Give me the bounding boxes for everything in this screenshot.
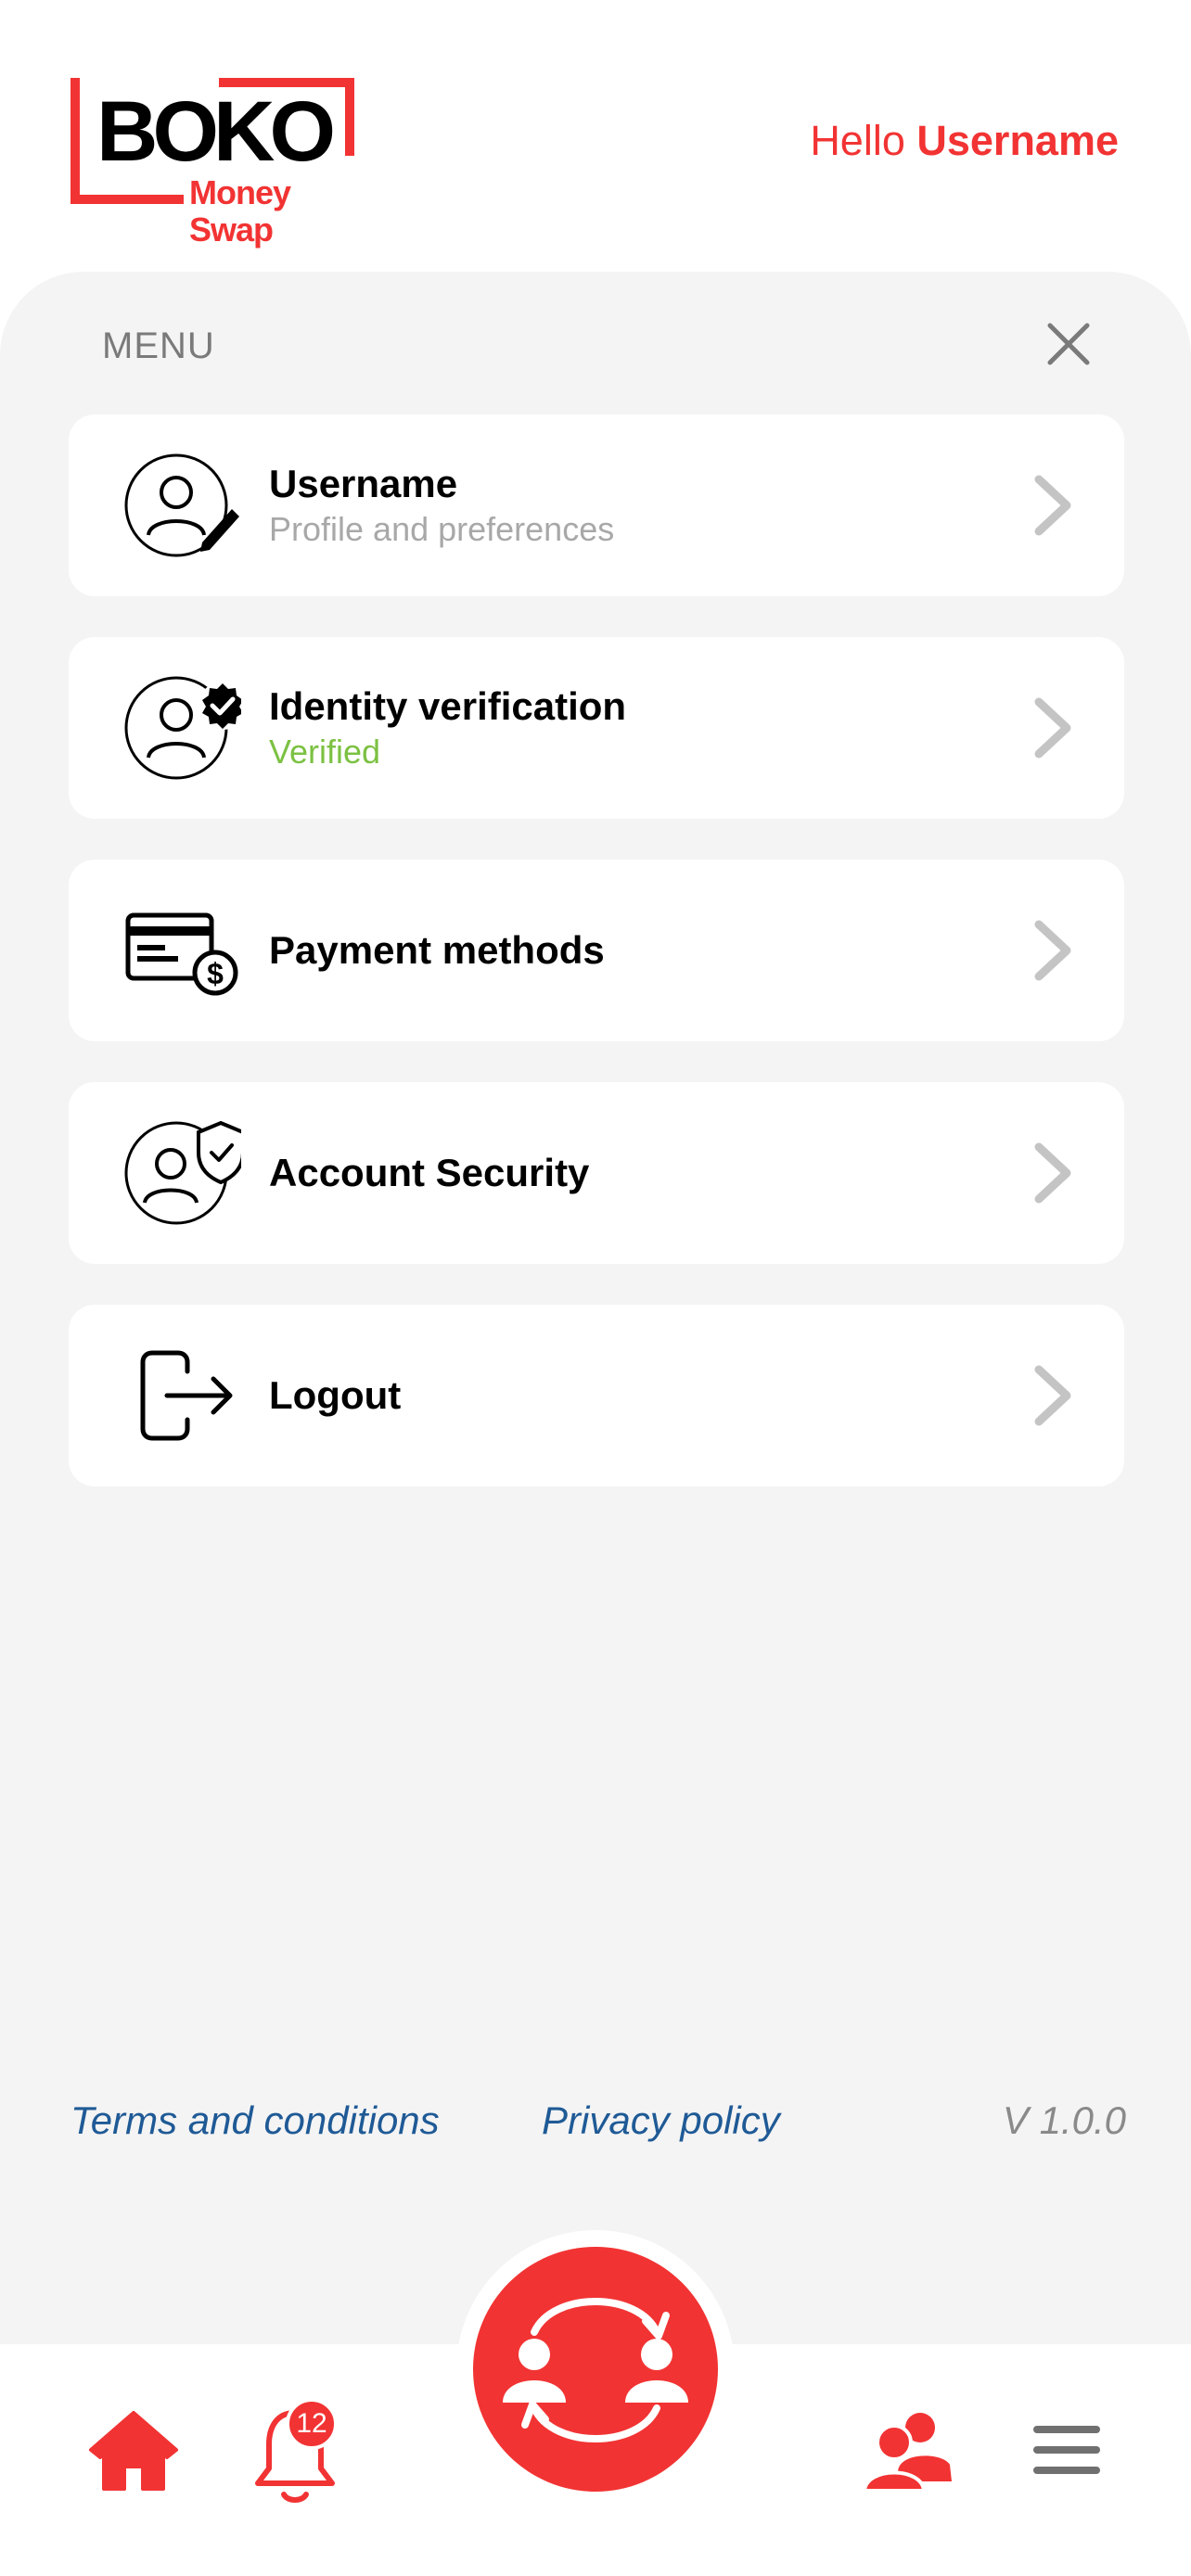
logo-text: BOKO: [96, 84, 336, 179]
menu-item-logout[interactable]: Logout: [69, 1305, 1124, 1486]
notification-badge: 12: [286, 2398, 338, 2450]
swap-button[interactable]: [473, 2247, 718, 2492]
user-verified-icon: [124, 676, 241, 780]
menu-item-subtitle: Profile and preferences: [269, 510, 615, 548]
greeting-username: Username: [916, 117, 1119, 164]
menu-item-title: Account Security: [269, 1151, 590, 1194]
menu-item-account-security[interactable]: Account Security: [69, 1082, 1124, 1264]
menu-title: MENU: [102, 325, 215, 366]
app-version: V 1.0.0: [1002, 2098, 1126, 2142]
footer-links: Terms and conditions Privacy policy V 1.…: [0, 2098, 1191, 2154]
hamburger-menu-icon[interactable]: [1031, 2422, 1102, 2478]
user-shield-icon: [124, 1120, 241, 1225]
svg-text:$: $: [207, 957, 224, 990]
home-icon[interactable]: [87, 2409, 180, 2493]
menu-list: Username Profile and preferences Identit…: [69, 414, 1124, 1527]
menu-item-title: Username: [269, 462, 458, 505]
logo-subtitle: Money Swap: [184, 174, 367, 249]
chevron-right-icon: [1034, 475, 1071, 536]
menu-item-title: Identity verification: [269, 684, 627, 728]
user-edit-icon: [124, 453, 239, 557]
logout-icon: [140, 1350, 233, 1441]
menu-item-title: Logout: [269, 1373, 402, 1417]
menu-panel: MENU Username Profile and preferences Id…: [0, 272, 1191, 2349]
swap-users-icon: [503, 2298, 688, 2442]
chevron-right-icon: [1034, 697, 1071, 759]
chevron-right-icon: [1034, 920, 1071, 981]
menu-item-identity-verification[interactable]: Identity verification Verified: [69, 637, 1124, 819]
chevron-right-icon: [1034, 1365, 1071, 1426]
boko-logo[interactable]: BOKO Money Swap: [70, 78, 367, 249]
header: BOKO Money Swap Hello Username: [0, 0, 1191, 269]
swap-button-wrapper: [456, 2230, 735, 2508]
greeting: Hello Username: [810, 117, 1119, 165]
greeting-prefix: Hello: [810, 117, 917, 164]
menu-item-title: Payment methods: [269, 928, 605, 972]
privacy-link[interactable]: Privacy policy: [542, 2098, 780, 2143]
notifications-button[interactable]: 12: [249, 2398, 341, 2509]
close-icon[interactable]: [1043, 318, 1095, 370]
menu-item-payment-methods[interactable]: $ Payment methods: [69, 860, 1124, 1041]
verification-status: Verified: [269, 733, 381, 771]
payment-card-icon: $: [125, 912, 238, 996]
menu-item-profile[interactable]: Username Profile and preferences: [69, 414, 1124, 596]
terms-link[interactable]: Terms and conditions: [70, 2098, 440, 2143]
chevron-right-icon: [1034, 1142, 1071, 1204]
friends-icon[interactable]: [863, 2409, 955, 2493]
